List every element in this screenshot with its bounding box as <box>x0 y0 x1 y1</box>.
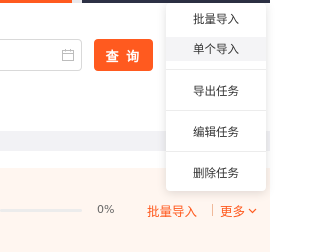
menu-item-edit-task[interactable]: 编辑任务 <box>166 120 266 144</box>
more-dropdown-menu: 批量导入 单个导入 导出任务 编辑任务 删除任务 <box>166 3 266 191</box>
more-label: 更多 <box>220 204 246 219</box>
link-separator <box>212 204 213 216</box>
menu-divider <box>166 69 266 70</box>
menu-item-delete-task[interactable]: 删除任务 <box>166 161 266 185</box>
progress-percent: 0% <box>97 203 115 216</box>
query-button[interactable]: 查 询 <box>94 39 153 71</box>
menu-divider <box>166 151 266 152</box>
menu-item-batch-import[interactable]: 批量导入 <box>166 7 266 31</box>
batch-import-link[interactable]: 批量导入 <box>147 201 197 220</box>
menu-item-single-import[interactable]: 单个导入 <box>166 37 266 61</box>
calendar-icon <box>62 49 74 61</box>
chevron-down-icon <box>248 208 257 214</box>
menu-item-export-task[interactable]: 导出任务 <box>166 79 266 103</box>
more-dropdown-trigger[interactable]: 更多 <box>220 201 257 220</box>
date-input[interactable] <box>0 39 82 71</box>
menu-divider <box>166 110 266 111</box>
progress-bar <box>0 209 82 212</box>
